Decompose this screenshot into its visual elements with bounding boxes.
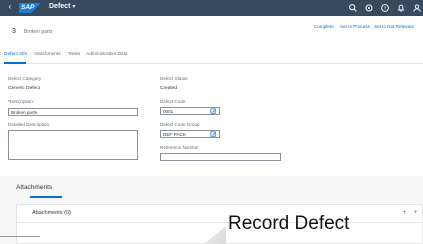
- reference-number-label: Reference Number: [160, 145, 199, 150]
- complete-button[interactable]: Complete: [314, 24, 334, 29]
- description-input-value: Broken parts: [11, 110, 38, 115]
- attachments-count-title: Attachments (0): [32, 210, 71, 216]
- defect-category-value: Generic Defect: [8, 86, 40, 91]
- tab-bar: Defect Info Attachments Tasks Administra…: [0, 50, 423, 64]
- tab-tasks[interactable]: Tasks: [68, 52, 80, 57]
- tab-administrative-data[interactable]: Administrative Data: [86, 52, 128, 57]
- object-title: Broken parts: [24, 29, 53, 35]
- shell-bar: ‹ SAP Defect ▾ ?: [0, 0, 423, 16]
- detailed-description-textarea[interactable]: [8, 130, 138, 160]
- description-label: *Description:: [8, 99, 34, 104]
- object-number: 3: [12, 28, 16, 35]
- defect-category-label: Defect Category: [8, 76, 42, 81]
- search-icon[interactable]: [348, 3, 358, 13]
- attachments-section-indicator: [30, 196, 62, 198]
- defect-code-group-label: Defect Code Group: [160, 122, 200, 127]
- value-help-icon[interactable]: [210, 131, 217, 138]
- app-title-menu[interactable]: Defect ▾: [49, 3, 75, 10]
- defect-status-label: Defect Status: [160, 76, 188, 81]
- svg-text:?: ?: [384, 6, 387, 11]
- settings-icon[interactable]: [364, 3, 374, 13]
- caption-rule: [0, 236, 40, 237]
- defect-status-value: Created: [160, 86, 178, 91]
- defect-code-label: Defect Code: [160, 99, 186, 104]
- add-icon[interactable]: +: [414, 210, 418, 216]
- tab-attachments[interactable]: Attachments: [34, 52, 61, 57]
- user-icon[interactable]: [412, 3, 422, 13]
- attachments-section-title: Attachments: [16, 184, 53, 191]
- description-input[interactable]: Broken parts: [8, 108, 138, 116]
- set-not-relevant-button[interactable]: Set to Not Relevant: [374, 24, 414, 29]
- object-header: [0, 16, 423, 50]
- app-title-text: Defect: [49, 3, 71, 10]
- value-help-icon[interactable]: [210, 108, 217, 115]
- defect-code-group-input-value: DEF-PACK: [163, 132, 186, 137]
- defect-code-input-value: 0001: [163, 109, 174, 114]
- sap-logo-text: SAP: [21, 4, 35, 11]
- bell-icon[interactable]: [396, 3, 406, 13]
- detailed-description-label: Detailed Description:: [8, 122, 51, 127]
- attachments-divider: [16, 222, 423, 223]
- defect-code-group-input[interactable]: DEF-PACK: [160, 130, 220, 138]
- reference-number-input[interactable]: [160, 153, 281, 161]
- set-in-process-button[interactable]: Set In Process: [340, 24, 370, 29]
- chevron-down-icon: ▾: [72, 4, 76, 10]
- record-defect-caption: Record Defect: [228, 213, 350, 234]
- back-button[interactable]: ‹: [5, 2, 15, 11]
- sap-logo: SAP: [19, 3, 41, 13]
- upload-icon[interactable]: ⇡: [402, 210, 407, 217]
- tab-defect-info[interactable]: Defect Info: [4, 52, 27, 57]
- help-icon[interactable]: ?: [380, 3, 390, 13]
- description-label-text: Description:: [9, 99, 35, 104]
- defect-code-input[interactable]: 0001: [160, 107, 220, 115]
